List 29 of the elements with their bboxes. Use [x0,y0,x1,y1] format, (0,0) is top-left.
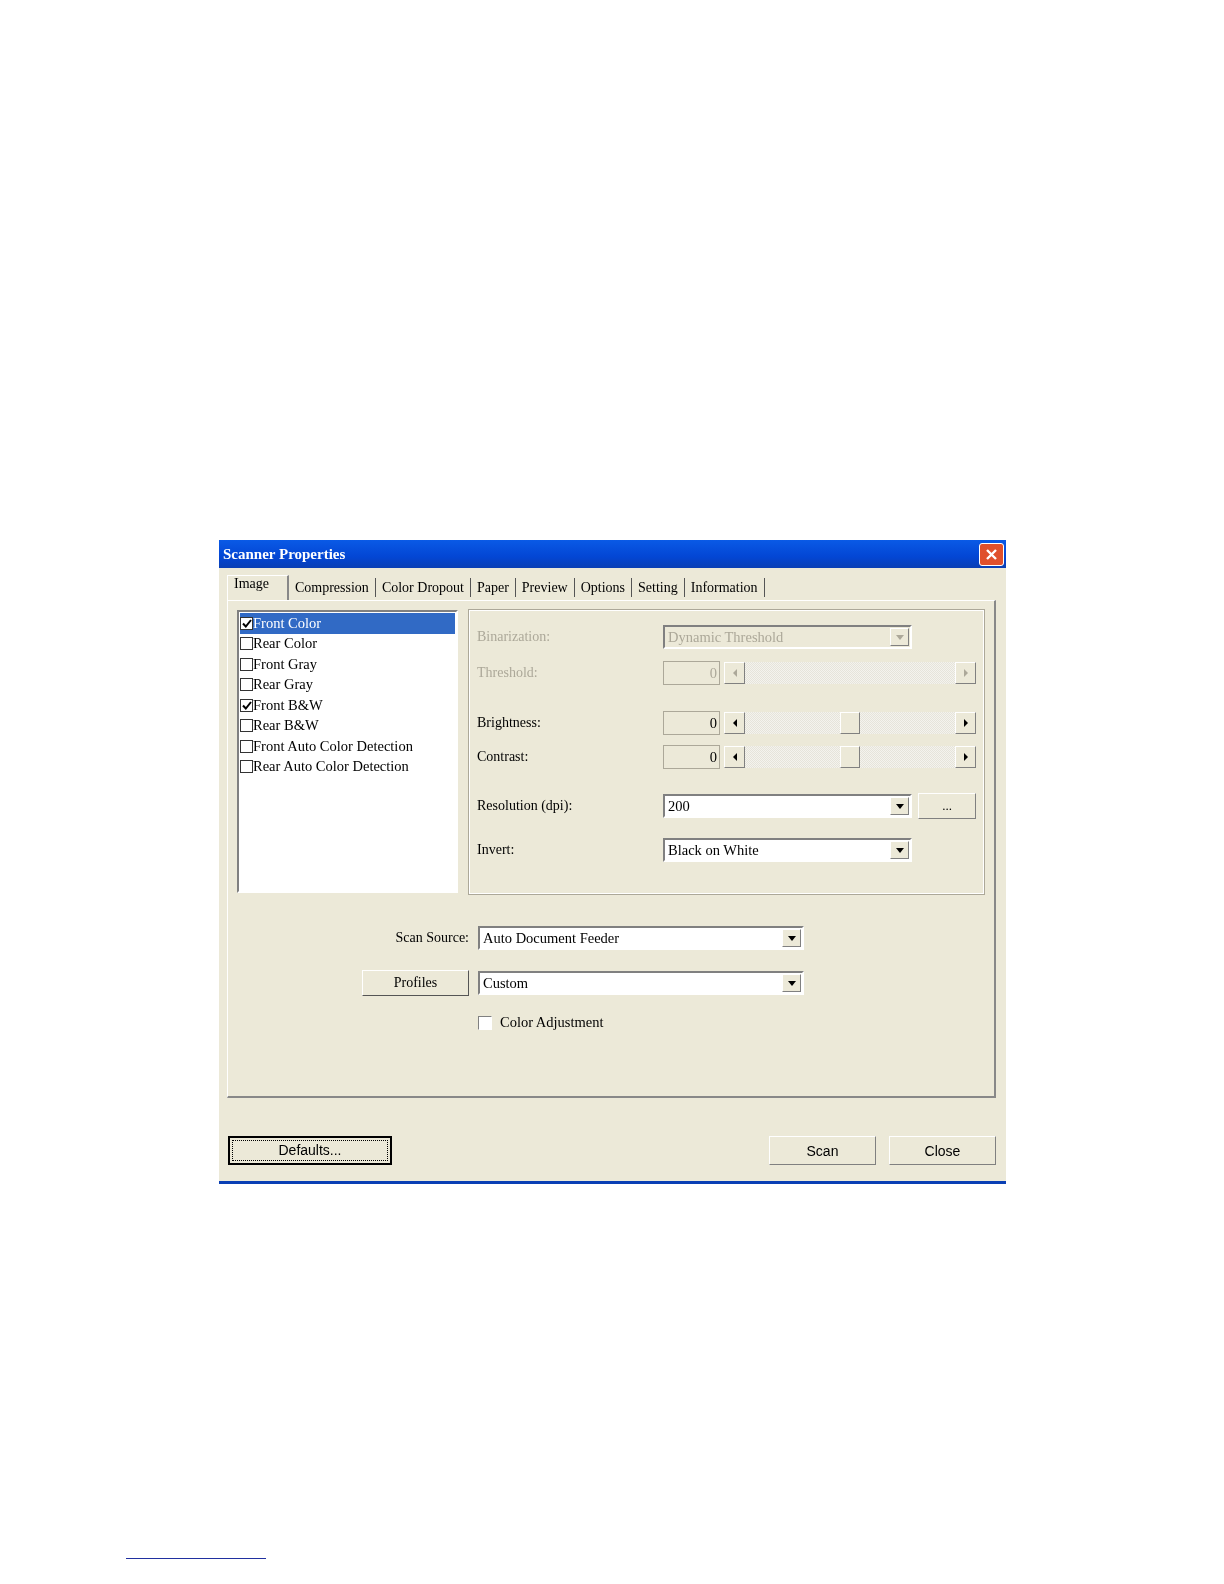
dialog-button[interactable]: Defaults... [228,1136,392,1165]
window-title: Scanner Properties [223,545,346,563]
value-field[interactable]: 0 [663,711,720,735]
dialog-button[interactable]: Scan [769,1136,876,1165]
list-item[interactable]: Rear B&W [240,715,455,736]
list-item[interactable]: Rear Gray [240,674,455,695]
checkbox-label: Color Adjustment [500,1014,604,1031]
list-item[interactable]: Rear Auto Color Detection [240,756,455,777]
value-field[interactable]: 0 [663,745,720,769]
setting-label: Invert: [477,842,516,858]
profiles-button[interactable]: Profiles [362,970,469,996]
setting-label: Brightness: [477,715,542,731]
list-item[interactable]: Rear Color [240,633,455,654]
list-item[interactable]: Front Gray [240,654,455,675]
list-item[interactable]: Front Color [240,613,455,634]
setting-label: Binarization: [477,629,552,645]
profiles-dropdown[interactable]: Custom [478,971,804,995]
dropdown-field[interactable]: 200 [663,794,912,818]
dialog-button[interactable]: Close [889,1136,996,1165]
list-item[interactable]: Front B&W [240,695,455,716]
list-item[interactable]: Front Auto Color Detection [240,736,455,757]
more-button[interactable]: ... [918,793,976,819]
setting-label: Contrast: [477,749,530,765]
setting-label: Threshold: [477,665,539,681]
scan-source-label: Scan Source: [395,930,469,946]
dropdown-field[interactable]: Black on White [663,838,912,862]
scan-source-dropdown[interactable]: Auto Document Feeder [478,926,804,950]
setting-label: Resolution (dpi): [477,798,574,814]
tab[interactable]: Image [227,575,289,600]
